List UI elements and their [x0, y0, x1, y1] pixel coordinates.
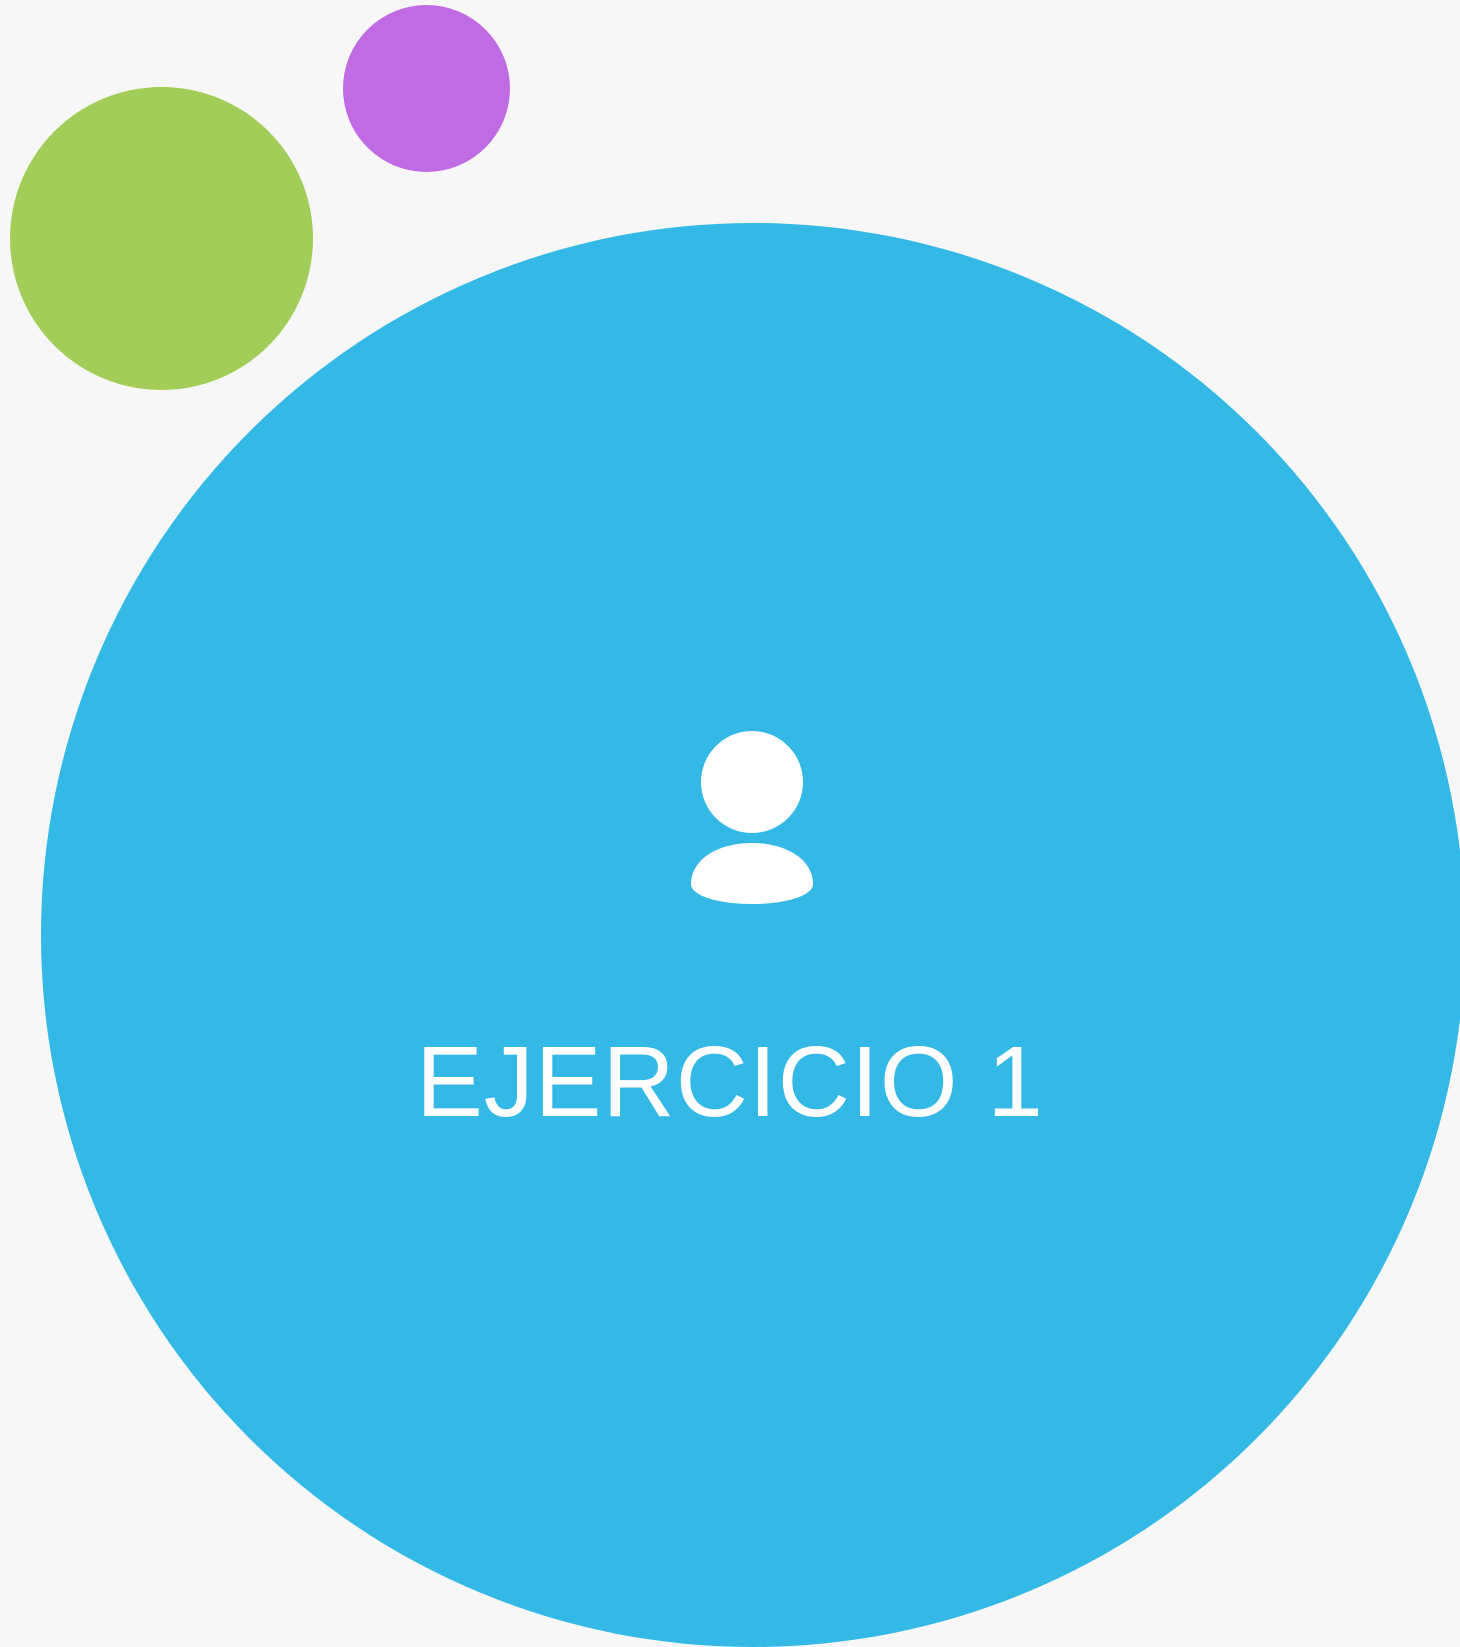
page-title: EJERCICIO 1 [416, 1026, 1044, 1138]
decorative-green-circle [10, 87, 313, 390]
user-icon [691, 731, 813, 904]
main-blue-circle [41, 223, 1460, 1647]
decorative-purple-circle [343, 5, 510, 172]
